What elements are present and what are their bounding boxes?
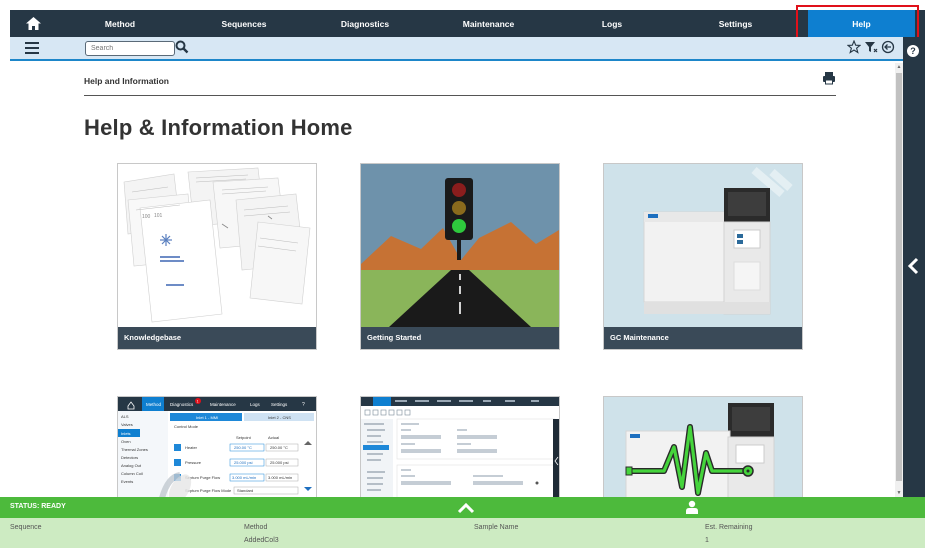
method-editor-image xyxy=(361,397,559,497)
thumb-side-column: Column Coil xyxy=(121,471,143,476)
thumb-col-setpoint: Setpoint xyxy=(236,435,252,440)
tab-help[interactable]: Help xyxy=(796,5,919,40)
thumb-heater-setpoint: 250.00 °C xyxy=(234,445,252,450)
star-icon[interactable] xyxy=(847,40,861,54)
print-icon[interactable] xyxy=(822,71,836,85)
thumb-purge-mode-label: Septum Purge Flow Mode xyxy=(185,488,232,493)
right-side-panel: ? xyxy=(903,37,925,497)
user-icon[interactable] xyxy=(685,500,699,514)
thumb-inlet-2: Inlet 2 - CNS xyxy=(268,415,291,420)
gc-maintenance-image xyxy=(604,164,802,327)
thumb-row-pressure: Pressure xyxy=(185,460,202,465)
thumb-heater-actual: 250.00 °C xyxy=(270,445,288,450)
thumb-side-thermal: Thermal Zones xyxy=(121,447,148,452)
thumb-tab-maintenance: Maintenance xyxy=(210,402,236,407)
tab-maintenance[interactable]: Maintenance xyxy=(426,10,551,37)
thumb-purge-setpoint: 3.000 mL/min xyxy=(232,475,256,480)
home-icon xyxy=(25,17,41,30)
card-instrument-screen[interactable]: Method Diagnostics 1 Maintenance Logs Se… xyxy=(117,396,317,497)
status-method-value: AddedCol3 xyxy=(244,537,279,544)
thumb-control-mode: Control Mode xyxy=(174,424,199,429)
tab-help-label: Help xyxy=(852,18,871,29)
divider xyxy=(84,95,836,96)
svg-text:101: 101 xyxy=(154,213,163,219)
status-label: STATUS: READY xyxy=(10,503,66,510)
card-getting-started[interactable]: Getting Started xyxy=(360,163,560,350)
thumb-col-actual: Actual xyxy=(268,435,279,440)
status-method-header: Method xyxy=(244,524,268,531)
section-title: Help and Information xyxy=(84,76,169,86)
thumb-badge: 1 xyxy=(197,400,199,404)
thumb-pressure-actual: 25.000 psi xyxy=(270,460,289,465)
thumb-tab-help: ? xyxy=(302,402,305,408)
card-method-editor-screen[interactable] xyxy=(360,396,560,497)
thumb-tab-settings: Settings xyxy=(271,402,288,407)
thumb-pressure-setpoint: 25.000 psi xyxy=(234,460,253,465)
scroll-down-arrow-icon[interactable]: ▼ xyxy=(895,489,903,497)
status-remaining-value: 1 xyxy=(705,537,709,544)
instrument-screen-image: Method Diagnostics 1 Maintenance Logs Se… xyxy=(118,397,316,497)
help-question-icon[interactable]: ? xyxy=(907,45,919,57)
nav-bar: Method Sequences Diagnostics Maintenance… xyxy=(10,5,925,40)
toolbar-right-icons xyxy=(847,40,895,54)
page-title: Help & Information Home xyxy=(84,115,353,140)
search-icon[interactable] xyxy=(175,40,189,54)
tab-sequences[interactable]: Sequences xyxy=(184,10,304,37)
tab-method[interactable]: Method xyxy=(56,10,184,37)
thumb-tab-diagnostics: Diagnostics xyxy=(170,402,194,407)
getting-started-image xyxy=(361,164,559,327)
card-knowledgebase[interactable]: 100 101 Knowledgebase xyxy=(117,163,317,350)
tab-logs[interactable]: Logs xyxy=(551,10,673,37)
thumb-side-detectors: Detectors xyxy=(121,455,138,460)
thumb-inlet-1: Inlet 1 - MMI xyxy=(196,415,218,420)
back-circle-icon[interactable] xyxy=(881,40,895,54)
status-header: STATUS: READY xyxy=(0,497,925,518)
chevron-up-icon[interactable] xyxy=(456,501,476,515)
tab-settings[interactable]: Settings xyxy=(673,10,798,37)
toolbar xyxy=(10,37,903,61)
thumb-side-events: Events xyxy=(121,479,133,484)
status-remaining-header: Est. Remaining xyxy=(705,524,753,531)
filter-icon[interactable] xyxy=(864,40,878,54)
home-button[interactable] xyxy=(10,10,56,37)
card-gc-maintenance[interactable]: GC Maintenance xyxy=(603,163,803,350)
tab-diagnostics[interactable]: Diagnostics xyxy=(304,10,426,37)
thumb-side-valves: Valves xyxy=(121,422,133,427)
top-navigation: Method Sequences Diagnostics Maintenance… xyxy=(0,0,925,40)
status-sequence-header: Sequence xyxy=(10,524,42,531)
status-bar: STATUS: READY Sequence Method Sample Nam… xyxy=(0,497,925,548)
thumb-side-oven: Oven xyxy=(121,439,131,444)
scroll-thumb[interactable] xyxy=(896,73,902,481)
thumb-purge-mode-value: Standard xyxy=(237,488,253,493)
gc-signal-image xyxy=(604,397,802,497)
knowledgebase-image: 100 101 xyxy=(118,164,316,327)
thumb-side-analog: Analog Out xyxy=(121,463,142,468)
search-input[interactable] xyxy=(85,41,175,56)
status-details: Sequence Method Sample Name Est. Remaini… xyxy=(0,518,925,548)
chevron-left-icon[interactable] xyxy=(907,257,921,275)
card-caption: GC Maintenance xyxy=(604,327,802,349)
thumb-purge-actual: 3.000 mL/min xyxy=(268,475,292,480)
thumb-side-als: ALS xyxy=(121,414,129,419)
scroll-up-arrow-icon[interactable]: ▲ xyxy=(895,63,903,71)
card-caption: Getting Started xyxy=(361,327,559,349)
card-gc-signal[interactable] xyxy=(603,396,803,497)
status-sample-header: Sample Name xyxy=(474,524,519,531)
thumb-tab-method: Method xyxy=(146,402,162,407)
vertical-scrollbar[interactable]: ▲ ▼ xyxy=(895,63,903,497)
thumb-tab-logs: Logs xyxy=(250,402,261,407)
thumb-side-inlets: Inlets xyxy=(121,431,131,436)
svg-text:100: 100 xyxy=(142,214,151,220)
thumb-row-heater: Heater xyxy=(185,445,198,450)
menu-icon[interactable] xyxy=(25,42,39,54)
card-caption: Knowledgebase xyxy=(118,327,316,349)
